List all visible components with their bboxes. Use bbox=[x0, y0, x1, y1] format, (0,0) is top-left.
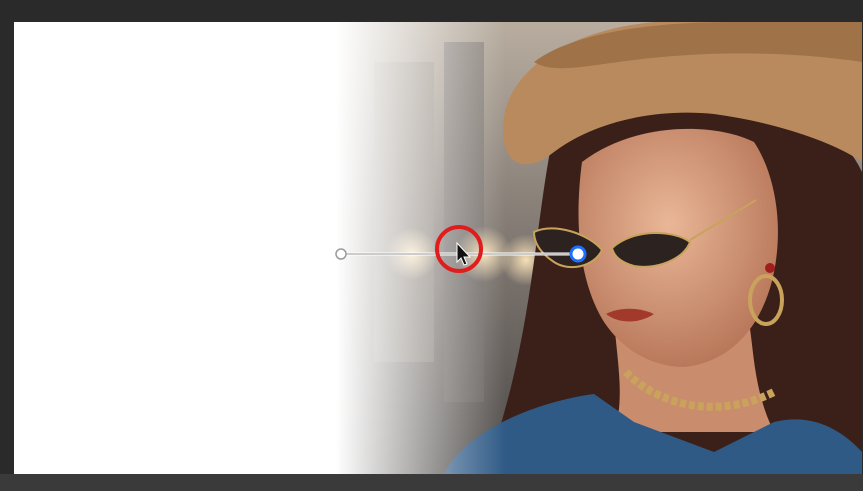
workspace-bottom-bar bbox=[0, 474, 863, 491]
gradient-end-handle[interactable] bbox=[569, 245, 587, 263]
gradient-start-handle[interactable] bbox=[335, 248, 347, 260]
